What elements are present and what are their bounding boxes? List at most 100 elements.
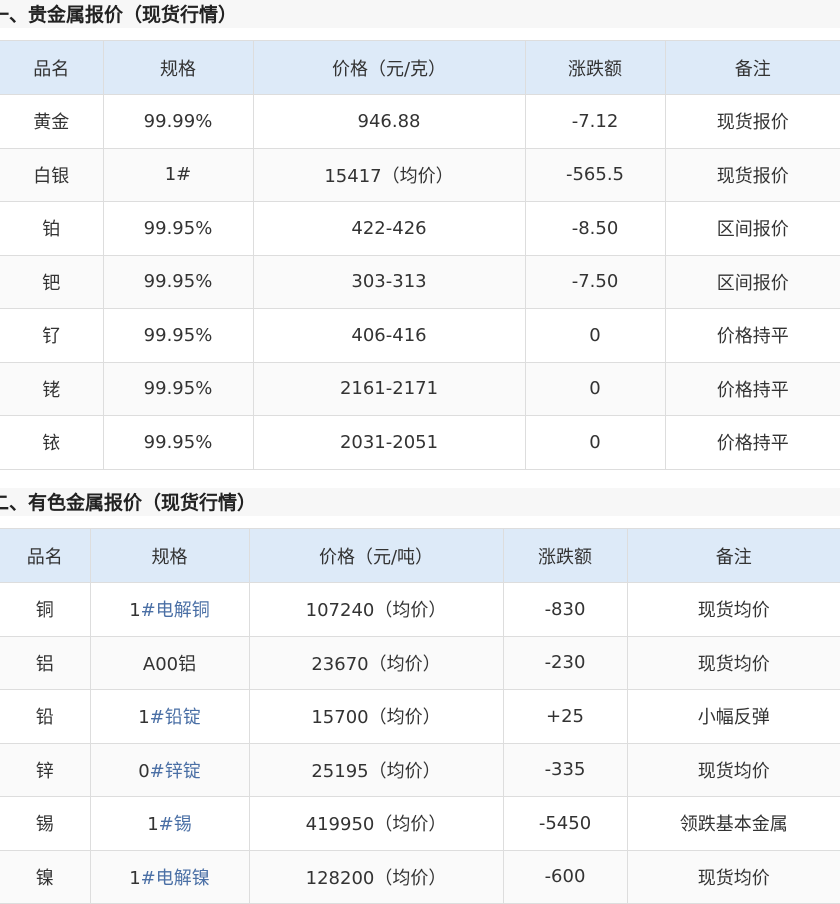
cell-price: 25195（均价） — [248, 742, 504, 797]
cell-change: -830 — [502, 582, 628, 637]
cell-note: 现货均价 — [626, 849, 840, 904]
section-title-precious-metals: 一、贵金属报价（现货行情） — [0, 4, 238, 26]
table-row: 黄金 99.99% 946.88 -7.12 现货报价 — [0, 94, 840, 149]
cell-price: 406-416 — [252, 308, 526, 363]
spec-tag-link[interactable]: #铅锭 — [150, 707, 201, 728]
cell-price: 303-313 — [252, 254, 526, 309]
cell-name: 锌 — [0, 742, 91, 797]
spec-prefix: 0 — [138, 760, 150, 782]
cell-spec: 99.95% — [102, 201, 254, 256]
cell-note: 价格持平 — [664, 308, 840, 363]
cell-name: 锡 — [0, 796, 91, 851]
cell-name: 白银 — [0, 147, 104, 202]
table-row: 铂 99.95% 422-426 -8.50 区间报价 — [0, 201, 840, 256]
spec-tag-link[interactable]: #电解铜 — [141, 600, 210, 621]
header-spec: 规格 — [102, 40, 254, 95]
cell-note: 现货报价 — [664, 94, 840, 149]
cell-note: 现货均价 — [626, 742, 840, 797]
cell-note: 现货报价 — [664, 147, 840, 202]
table-row: 锌 0#锌锭 25195（均价） -335 现货均价 — [0, 742, 840, 797]
cell-name: 铂 — [0, 201, 104, 256]
cell-change: 0 — [524, 415, 666, 470]
cell-change: 0 — [524, 308, 666, 363]
header-change: 涨跌额 — [502, 528, 628, 583]
cell-change: 0 — [524, 361, 666, 416]
cell-price: 419950（均价） — [248, 796, 504, 851]
cell-change: +25 — [502, 689, 628, 744]
spec-prefix: 1 — [129, 600, 141, 622]
cell-name: 黄金 — [0, 94, 104, 149]
cell-change: -565.5 — [524, 147, 666, 202]
header-change: 涨跌额 — [524, 40, 666, 95]
table-row: 钯 99.95% 303-313 -7.50 区间报价 — [0, 254, 840, 309]
table-row: 钌 99.95% 406-416 0 价格持平 — [0, 308, 840, 363]
cell-price: 15700（均价） — [248, 689, 504, 744]
cell-price: 107240（均价） — [248, 582, 504, 637]
cell-note: 区间报价 — [664, 254, 840, 309]
cell-spec: 99.95% — [102, 415, 254, 470]
table-row: 铑 99.95% 2161-2171 0 价格持平 — [0, 361, 840, 416]
header-name: 品名 — [0, 40, 104, 95]
table-row: 镍 1#电解镍 128200（均价） -600 现货均价 — [0, 849, 840, 904]
spec-prefix: 1 — [129, 867, 141, 889]
cell-spec: 1#电解镍 — [89, 849, 250, 904]
table-row: 铅 1#铅锭 15700（均价） +25 小幅反弹 — [0, 689, 840, 744]
cell-note: 小幅反弹 — [626, 689, 840, 744]
cell-spec: 0#锌锭 — [89, 742, 250, 797]
cell-name: 铝 — [0, 635, 91, 690]
spec-tag-link[interactable]: #锡 — [159, 814, 192, 835]
cell-price: 946.88 — [252, 94, 526, 149]
table-row: 白银 1# 15417（均价） -565.5 现货报价 — [0, 147, 840, 202]
header-name: 品名 — [0, 528, 91, 583]
table-row: 铱 99.95% 2031-2051 0 价格持平 — [0, 415, 840, 470]
cell-change: -230 — [502, 635, 628, 690]
cell-name: 铅 — [0, 689, 91, 744]
header-note: 备注 — [626, 528, 840, 583]
cell-note: 领跌基本金属 — [626, 796, 840, 851]
cell-change: -7.50 — [524, 254, 666, 309]
cell-spec: 1#电解铜 — [89, 582, 250, 637]
table-header-row: 品名 规格 价格（元/克） 涨跌额 备注 — [0, 40, 840, 95]
cell-name: 铑 — [0, 361, 104, 416]
cell-change: -600 — [502, 849, 628, 904]
spec-tag-link[interactable]: #电解镍 — [141, 868, 210, 889]
cell-price: 2161-2171 — [252, 361, 526, 416]
cell-name: 镍 — [0, 849, 91, 904]
cell-price: 422-426 — [252, 201, 526, 256]
table-header-row: 品名 规格 价格（元/吨） 涨跌额 备注 — [0, 528, 840, 583]
header-price: 价格（元/吨） — [248, 528, 504, 583]
cell-price: 128200（均价） — [248, 849, 504, 904]
cell-note: 现货均价 — [626, 582, 840, 637]
cell-change: -7.12 — [524, 94, 666, 149]
table-row: 铜 1#电解铜 107240（均价） -830 现货均价 — [0, 582, 840, 637]
cell-spec: 99.95% — [102, 254, 254, 309]
cell-note: 价格持平 — [664, 361, 840, 416]
cell-price: 23670（均价） — [248, 635, 504, 690]
cell-note: 价格持平 — [664, 415, 840, 470]
spec-prefix: 1 — [147, 814, 159, 836]
cell-price: 15417（均价） — [252, 147, 526, 202]
cell-name: 钯 — [0, 254, 104, 309]
cell-spec: 99.95% — [102, 361, 254, 416]
cell-name: 铜 — [0, 582, 91, 637]
cell-spec: 99.95% — [102, 308, 254, 363]
cell-price: 2031-2051 — [252, 415, 526, 470]
spec-prefix: A00铝 — [142, 653, 197, 675]
precious-metals-table: 品名 规格 价格（元/克） 涨跌额 备注 黄金 99.99% 946.88 -7.12… — [0, 40, 840, 470]
cell-note: 现货均价 — [626, 635, 840, 690]
header-spec: 规格 — [89, 528, 250, 583]
spec-tag-link[interactable]: #锌锭 — [150, 761, 201, 782]
cell-spec: A00铝 — [89, 635, 250, 690]
cell-name: 铱 — [0, 415, 104, 470]
cell-spec: 1#铅锭 — [89, 689, 250, 744]
cell-spec: 99.99% — [102, 94, 254, 149]
nonferrous-metals-table: 品名 规格 价格（元/吨） 涨跌额 备注 铜 1#电解铜 107240（均价） -83… — [0, 528, 840, 904]
cell-change: -335 — [502, 742, 628, 797]
cell-name: 钌 — [0, 308, 104, 363]
cell-spec: 1# — [102, 147, 254, 202]
spec-prefix: 1 — [138, 707, 150, 729]
cell-change: -8.50 — [524, 201, 666, 256]
cell-spec: 1#锡 — [89, 796, 250, 851]
header-price: 价格（元/克） — [252, 40, 526, 95]
section-title-nonferrous-metals: 二、有色金属报价（现货行情） — [0, 492, 257, 514]
